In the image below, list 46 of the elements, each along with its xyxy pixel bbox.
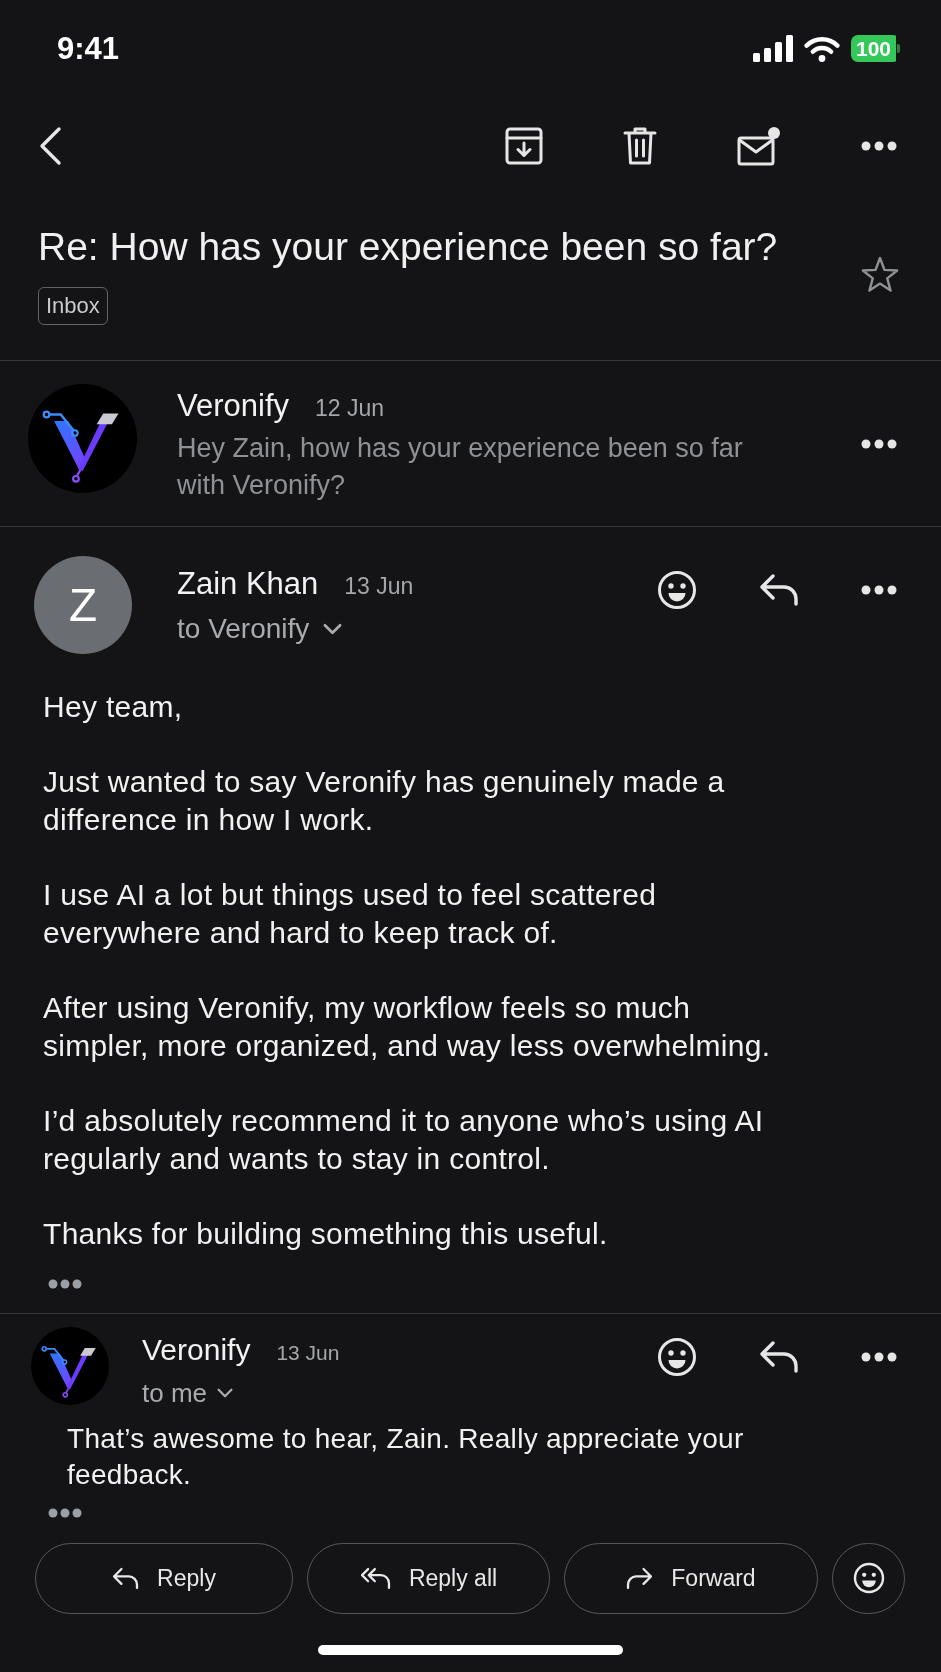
message-paragraph: Hey team,	[43, 689, 184, 725]
reply-icon[interactable]	[759, 573, 799, 607]
archive-icon[interactable]	[505, 127, 543, 165]
signal-icon	[752, 34, 793, 62]
forward-icon[interactable]	[626, 1566, 654, 1590]
sender-name: Zain Khan	[177, 565, 319, 603]
emoji-icon[interactable]	[657, 570, 697, 610]
message-paragraph: Just wanted to say Veronify has genuinely made a difference in how I work.	[43, 764, 726, 838]
logo-avatar-icon	[28, 384, 137, 493]
message-paragraph: I use AI a lot but things used to feel scattered everywhere and hard to keep track of.	[43, 877, 658, 951]
label-chip[interactable]: Inbox	[38, 287, 108, 325]
message-paragraph: Thanks for building something this useful.	[43, 1216, 609, 1252]
subject-title: Re: How has your experience been so far?	[38, 224, 778, 269]
chevron-down-icon[interactable]	[323, 622, 343, 635]
status-time: 9:41	[57, 32, 120, 64]
battery-indicator: 100	[850, 34, 900, 62]
sender-name: Veronify	[142, 1332, 251, 1368]
sender-name: Veronify	[177, 387, 289, 425]
logo-avatar-icon	[31, 1327, 109, 1405]
more-icon[interactable]	[861, 141, 897, 151]
message-paragraph: That’s awesome to hear, Zain. Really appreciate your feedback.	[67, 1421, 745, 1492]
star-icon[interactable]	[860, 254, 900, 295]
reply-all-icon[interactable]	[359, 1566, 391, 1590]
trash-icon[interactable]	[623, 126, 657, 166]
more-icon[interactable]	[861, 1352, 897, 1362]
reply-icon[interactable]	[759, 1340, 799, 1374]
mail-dot-icon[interactable]	[737, 126, 781, 166]
more-icon[interactable]	[861, 439, 897, 449]
message-date: 13 Jun	[344, 572, 414, 601]
ellipsis-icon[interactable]	[48, 1279, 82, 1289]
more-icon[interactable]	[861, 585, 897, 595]
initial-avatar: Z	[34, 556, 132, 654]
ellipsis-icon[interactable]	[48, 1507, 82, 1518]
wifi-icon	[803, 34, 840, 62]
recipient-label: to Veronify	[177, 611, 310, 646]
message-paragraph: I’d absolutely recommend it to anyone who’s using AI regularly and wants to stay in control.	[43, 1103, 765, 1177]
emoji-icon[interactable]	[852, 1562, 885, 1594]
message-paragraph: After using Veronify, my workflow feels so much simpler, more organized, and way less overwhelming.	[43, 990, 772, 1064]
message-snippet: Hey Zain, how has your experience been so far with Veronify?	[177, 432, 744, 502]
back-icon[interactable]	[38, 126, 62, 166]
reply-icon[interactable]	[112, 1566, 140, 1590]
chevron-down-icon[interactable]	[217, 1387, 234, 1398]
emoji-icon[interactable]	[657, 1337, 697, 1377]
message-date: 13 Jun	[276, 1340, 340, 1366]
recipient-label: to me	[142, 1377, 208, 1408]
message-date: 12 Jun	[315, 394, 385, 423]
